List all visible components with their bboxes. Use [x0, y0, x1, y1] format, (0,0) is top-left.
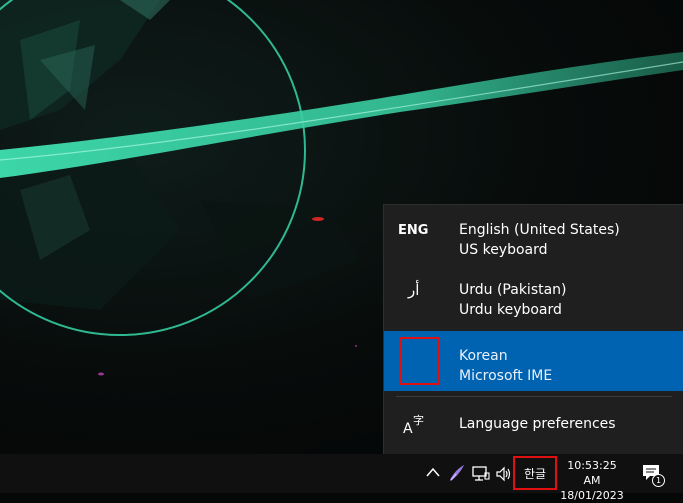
svg-text:字: 字 — [413, 413, 424, 427]
language-settings-icon: A 字 — [403, 413, 424, 437]
language-item-urdu[interactable]: أر Urdu (Pakistan) Urdu keyboard — [384, 265, 683, 325]
language-preferences-label: Language preferences — [459, 416, 616, 432]
language-preferences-link[interactable]: A 字 Language preferences — [384, 403, 683, 447]
language-item-english[interactable]: ENG English (United States) US keyboard — [384, 205, 683, 265]
clock-time: 10:53:25 AM — [567, 459, 617, 487]
taskbar-clock[interactable]: 10:53:25 AM 18/01/2023 — [558, 458, 626, 502]
flyout-divider — [396, 396, 672, 397]
desktop-wallpaper: ENG English (United States) US keyboard … — [0, 0, 683, 454]
keyboard-name: US keyboard — [459, 242, 548, 258]
network-icon[interactable] — [471, 464, 491, 484]
language-item-korean[interactable]: Korean Microsoft IME — [384, 331, 683, 391]
keyboard-name: Microsoft IME — [459, 368, 553, 384]
language-name: Urdu (Pakistan) — [459, 282, 567, 298]
action-center-button[interactable]: 1 — [641, 463, 667, 487]
language-flyout: ENG English (United States) US keyboard … — [383, 204, 683, 454]
ime-mode-indicator[interactable]: 한글 — [513, 456, 557, 490]
language-name: Korean — [459, 348, 508, 364]
clock-date: 18/01/2023 — [560, 489, 624, 502]
language-name: English (United States) — [459, 222, 620, 238]
pen-icon[interactable] — [447, 463, 467, 483]
language-code-urdu: أر — [408, 281, 420, 299]
svg-text:A: A — [403, 421, 413, 437]
language-code-eng: ENG — [398, 223, 429, 238]
taskbar: 한글 10:53:25 AM 18/01/2023 1 — [0, 454, 683, 502]
chevron-up-icon[interactable] — [424, 464, 442, 482]
volume-icon[interactable] — [494, 464, 514, 484]
language-code-highlight-box — [399, 337, 439, 385]
notification-count-badge: 1 — [652, 474, 665, 487]
keyboard-name: Urdu keyboard — [459, 302, 562, 318]
